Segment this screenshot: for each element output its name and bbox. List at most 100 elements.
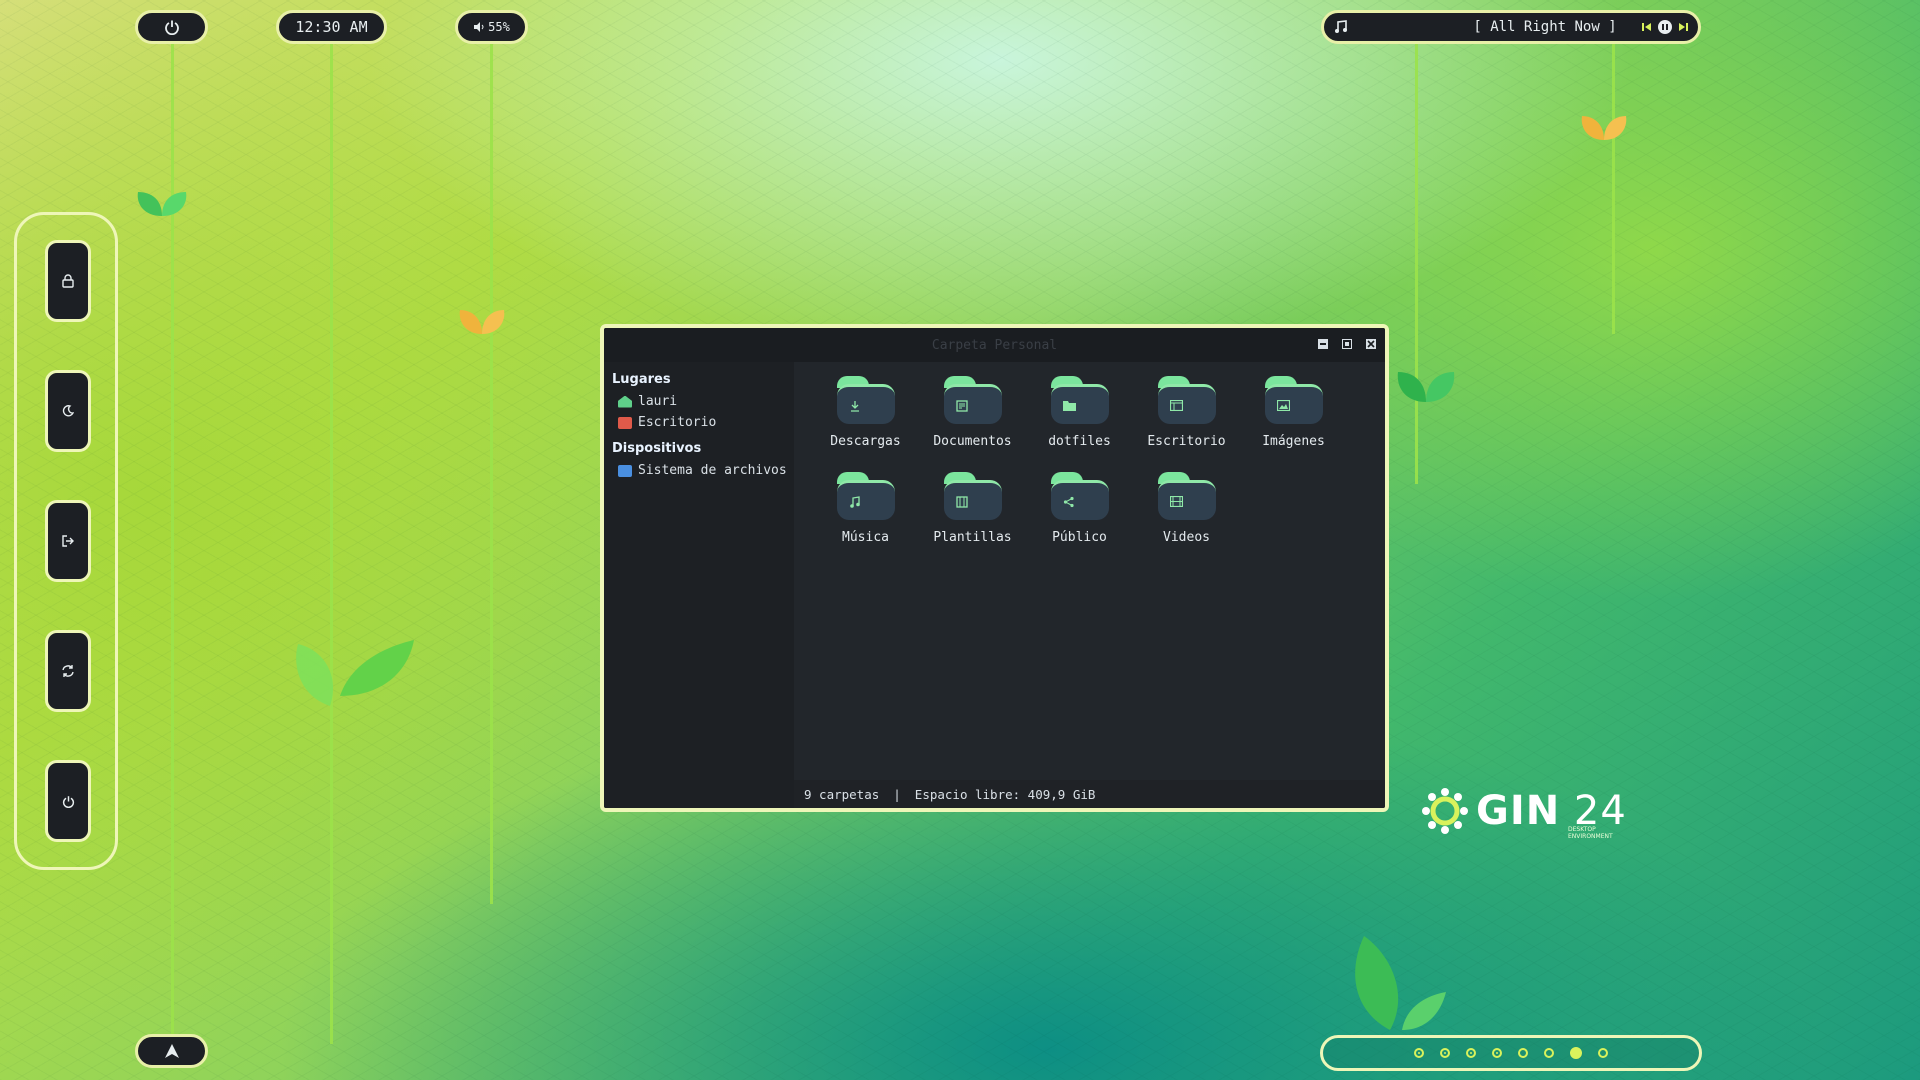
drive-icon	[618, 464, 632, 477]
template-icon	[955, 495, 968, 508]
previous-icon[interactable]	[1641, 22, 1652, 32]
file-manager-window[interactable]: Carpeta Personal Lugares lauri Escritori…	[600, 324, 1389, 812]
folder-item[interactable]: Imágenes	[1240, 376, 1347, 472]
sidebar-item-home[interactable]: lauri	[604, 391, 794, 412]
sidebar-item-filesystem[interactable]: Sistema de archivos	[604, 460, 794, 481]
desktop-logo: GIN 24 DESKTOP ENVIRONMENT	[1420, 786, 1627, 840]
close-button[interactable]	[1363, 336, 1379, 352]
workspace-4[interactable]	[1492, 1048, 1502, 1058]
window-titlebar[interactable]: Carpeta Personal	[604, 328, 1385, 362]
sidebar-item-label: Sistema de archivos	[638, 463, 787, 478]
workspace-6[interactable]	[1544, 1048, 1554, 1058]
leaf-decoration	[137, 192, 187, 216]
workspace-7[interactable]	[1570, 1047, 1582, 1059]
download-icon	[850, 400, 859, 412]
folder-item[interactable]: dotfiles	[1026, 376, 1133, 472]
restart-icon	[62, 665, 74, 677]
sidebar-item-desktop[interactable]: Escritorio	[604, 412, 794, 433]
volume-icon	[474, 22, 484, 32]
media-player[interactable]: [ All Right Now ]	[1321, 10, 1701, 44]
restart-button[interactable]	[45, 630, 91, 712]
desktop-icon	[1169, 400, 1183, 411]
workspace-switcher	[1320, 1035, 1702, 1071]
decor-line	[1612, 44, 1615, 334]
logo-mark-icon	[1422, 788, 1468, 834]
media-title: [ All Right Now ]	[1473, 19, 1617, 35]
folder-icon	[1062, 401, 1076, 411]
document-icon	[955, 399, 968, 412]
clock-widget[interactable]: 12:30 AM	[276, 10, 387, 44]
folder-label: Plantillas	[933, 530, 1012, 545]
music-note-icon	[1335, 20, 1347, 33]
volume-widget[interactable]: 55%	[455, 10, 528, 44]
image-icon	[1276, 400, 1290, 411]
decor-line	[1415, 44, 1418, 484]
folder-item[interactable]: Documentos	[919, 376, 1026, 472]
logout-button[interactable]	[45, 500, 91, 582]
folder-item[interactable]: Escritorio	[1133, 376, 1240, 472]
folder-item[interactable]: Videos	[1133, 472, 1240, 568]
folder-item[interactable]: Plantillas	[919, 472, 1026, 568]
folder-label: Documentos	[933, 434, 1012, 449]
workspace-5[interactable]	[1518, 1048, 1528, 1058]
free-space: Espacio libre: 409,9 GiB	[914, 786, 1096, 802]
workspace-2[interactable]	[1440, 1048, 1450, 1058]
leaf-decoration	[459, 310, 505, 334]
leaf-decoration	[1355, 936, 1446, 1030]
power-icon	[62, 795, 74, 808]
places-heading: Lugares	[612, 372, 671, 387]
moon-icon	[62, 405, 74, 417]
shutdown-button[interactable]	[45, 760, 91, 842]
status-bar: 9 carpetas | Espacio libre: 409,9 GiB	[794, 780, 1385, 808]
clock-text: 12:30 AM	[295, 18, 368, 36]
logout-icon	[62, 535, 74, 547]
desktop-icon	[618, 416, 632, 429]
decor-line	[490, 44, 493, 904]
lock-icon	[62, 274, 74, 288]
folder-item[interactable]: Descargas	[812, 376, 919, 472]
maximize-button[interactable]	[1339, 336, 1355, 352]
next-icon[interactable]	[1678, 22, 1688, 32]
workspace-3[interactable]	[1466, 1048, 1476, 1058]
lock-button[interactable]	[45, 240, 91, 322]
folder-item[interactable]: Música	[812, 472, 919, 568]
folder-count: 9 carpetas	[804, 786, 880, 802]
folder-item[interactable]: Público	[1026, 472, 1133, 568]
session-dock	[14, 212, 118, 870]
folder-label: Imágenes	[1262, 434, 1325, 449]
logo-subtitle: DESKTOP ENVIRONMENT	[1568, 826, 1613, 840]
leaf-decoration	[1397, 372, 1455, 402]
sidebar-item-label: Escritorio	[638, 415, 717, 430]
launcher-arrow-icon	[164, 1044, 179, 1058]
folder-label: Descargas	[830, 434, 901, 449]
places-sidebar: Lugares lauri Escritorio Dispositivos Si…	[604, 362, 794, 808]
sidebar-item-label: lauri	[638, 394, 678, 409]
volume-text: 55%	[488, 20, 510, 34]
folder-label: Música	[842, 530, 889, 545]
workspace-8[interactable]	[1598, 1048, 1608, 1058]
video-icon	[1169, 496, 1183, 507]
logo-name: GIN	[1476, 788, 1561, 834]
folder-label: Videos	[1163, 530, 1210, 545]
music-icon	[849, 495, 860, 508]
devices-heading: Dispositivos	[612, 441, 702, 456]
home-icon	[618, 395, 632, 408]
folder-label: Público	[1052, 530, 1107, 545]
folder-view[interactable]: Descargas Documentos dotfiles Escritorio	[794, 362, 1385, 780]
status-separator: |	[893, 786, 901, 802]
maximize-icon	[1342, 339, 1352, 349]
folder-label: dotfiles	[1048, 434, 1111, 449]
launcher-button[interactable]	[135, 1034, 208, 1068]
pause-icon[interactable]	[1657, 20, 1672, 34]
leaf-decoration	[296, 640, 414, 706]
power-menu-button[interactable]	[135, 10, 208, 44]
workspace-1[interactable]	[1414, 1048, 1424, 1058]
sleep-button[interactable]	[45, 370, 91, 452]
minimize-button[interactable]	[1315, 336, 1331, 352]
share-icon	[1063, 496, 1074, 507]
window-title: Carpeta Personal	[931, 337, 1058, 353]
power-icon	[164, 20, 179, 35]
folder-label: Escritorio	[1147, 434, 1226, 449]
minimize-icon	[1318, 339, 1328, 349]
leaf-decoration	[1581, 116, 1627, 140]
